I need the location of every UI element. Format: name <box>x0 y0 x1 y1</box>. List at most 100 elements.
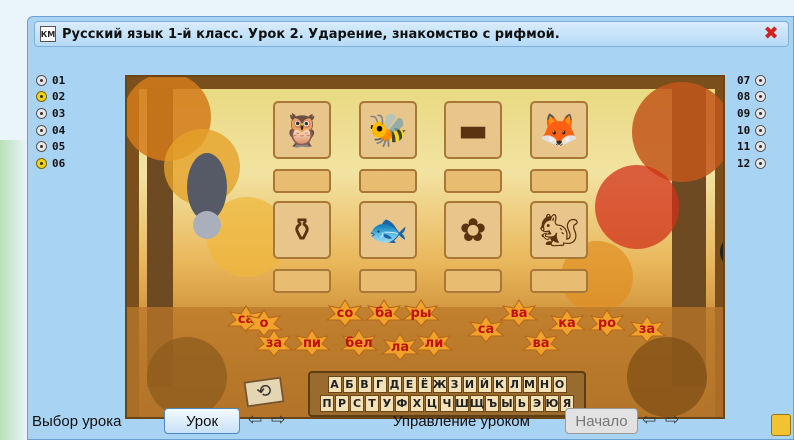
eye-icon <box>36 157 47 169</box>
squirrel-icon[interactable]: 🐿 <box>530 201 588 259</box>
lesson-number: 02 <box>52 90 66 104</box>
lesson-item-04[interactable]: 04 <box>36 122 65 139</box>
lesson-item-05[interactable]: 05 <box>36 138 65 155</box>
lesson-item-07[interactable]: 07 <box>737 72 767 89</box>
next-step-arrow-icon[interactable]: ⇨ <box>665 412 679 429</box>
eye-icon <box>755 74 767 86</box>
bottom-toolbar: Выбор урока Урок ⇦ ⇨ Управление уроком Н… <box>28 403 794 439</box>
letter-key[interactable]: Г <box>372 376 387 393</box>
syllable-leaf[interactable]: пи <box>293 329 331 357</box>
syllable-leaf[interactable]: ба <box>365 299 403 327</box>
syllable-leaf[interactable]: ка <box>548 309 586 337</box>
lesson-item-11[interactable]: 11 <box>737 138 767 155</box>
answer-slot[interactable] <box>530 169 588 193</box>
next-lesson-arrow-icon[interactable]: ⇨ <box>271 412 285 429</box>
answer-slot[interactable] <box>273 169 331 193</box>
letter-key[interactable]: З <box>447 376 462 393</box>
letter-key[interactable]: Ж <box>432 376 447 393</box>
letter-key[interactable]: И <box>462 376 477 393</box>
owl-icon[interactable]: 🦉 <box>273 101 331 159</box>
close-icon[interactable]: ✖ <box>762 25 780 43</box>
fish-icon[interactable]: 🐟 <box>359 201 417 259</box>
lock-icon[interactable] <box>771 414 791 436</box>
lesson-item-10[interactable]: 10 <box>737 122 767 139</box>
lesson-item-08[interactable]: 08 <box>737 89 767 106</box>
syllable-text: пи <box>302 335 322 351</box>
eye-icon <box>755 107 767 119</box>
prev-step-arrow-icon[interactable]: ⇦ <box>642 412 656 429</box>
letter-key[interactable]: Н <box>537 376 552 393</box>
letter-key[interactable]: О <box>552 376 567 393</box>
lesson-button[interactable]: Урок <box>164 408 240 434</box>
lesson-number: 05 <box>52 140 66 154</box>
app-window: КМ Русский язык 1-й класс. Урок 2. Ударе… <box>27 16 794 440</box>
syllable-text: ли <box>424 335 444 351</box>
eye-icon <box>755 124 767 136</box>
syllable-leaf[interactable]: ро <box>588 309 626 337</box>
letter-key[interactable]: М <box>522 376 537 393</box>
eye-icon <box>36 141 47 153</box>
syllable-text: ро <box>597 315 617 331</box>
lesson-number: 09 <box>737 106 751 120</box>
answer-slot[interactable] <box>530 269 588 293</box>
syllable-text: ка <box>558 315 576 331</box>
lesson-item-03[interactable]: 03 <box>36 105 65 122</box>
eye-icon <box>755 157 767 169</box>
lesson-item-09[interactable]: 09 <box>737 105 767 122</box>
answer-slot[interactable] <box>444 169 502 193</box>
saw-icon[interactable]: ▬ <box>444 101 502 159</box>
syllable-text: ла <box>390 339 410 355</box>
eye-icon <box>755 141 767 153</box>
syllable-leaf[interactable]: за <box>628 315 666 343</box>
lesson-number: 03 <box>52 106 66 120</box>
syllable-leaf[interactable]: со <box>326 299 364 327</box>
lesson-item-12[interactable]: 12 <box>737 155 767 172</box>
syllable-leaf[interactable]: ры <box>402 299 440 327</box>
prev-lesson-arrow-icon[interactable]: ⇦ <box>248 412 262 429</box>
syllable-leaf[interactable]: ли <box>415 329 453 357</box>
letter-key[interactable]: Е <box>402 376 417 393</box>
lesson-number: 07 <box>737 73 751 87</box>
eye-icon <box>36 74 47 86</box>
syllable-leaf[interactable]: за <box>255 329 293 357</box>
fox-icon[interactable]: 🦊 <box>530 101 588 159</box>
title-bar: КМ Русский язык 1-й класс. Урок 2. Ударе… <box>34 21 789 47</box>
lesson-number: 12 <box>737 156 751 170</box>
syllable-text: ры <box>410 305 432 321</box>
lesson-number: 01 <box>52 73 66 87</box>
syllable-text: за <box>638 321 656 337</box>
eye-icon <box>36 124 47 136</box>
lesson-item-06[interactable]: 06 <box>36 155 65 172</box>
autumn-forest-background <box>127 77 723 417</box>
letter-key[interactable]: В <box>357 376 372 393</box>
answer-slot[interactable] <box>359 169 417 193</box>
letter-key[interactable]: Л <box>507 376 522 393</box>
syllable-leaf[interactable]: ла <box>381 333 419 361</box>
letter-key[interactable]: К <box>492 376 507 393</box>
bee-icon[interactable]: 🐝 <box>359 101 417 159</box>
letter-key[interactable]: Д <box>387 376 402 393</box>
syllable-leaf[interactable]: ва <box>500 299 538 327</box>
start-button[interactable]: Начало <box>565 408 638 434</box>
letter-key[interactable]: А <box>327 376 342 393</box>
lesson-item-01[interactable]: 01 <box>36 72 65 89</box>
syllable-text: за <box>265 335 283 351</box>
letter-key[interactable]: Й <box>477 376 492 393</box>
answer-slot[interactable] <box>444 269 502 293</box>
eye-icon <box>36 107 47 119</box>
syllable-text: ва <box>510 305 528 321</box>
lesson-number: 06 <box>52 156 66 170</box>
left-background-glow <box>0 140 27 440</box>
letter-key[interactable]: Ё <box>417 376 432 393</box>
syllable-text: ва <box>532 335 550 351</box>
lesson-item-02[interactable]: 02 <box>36 89 65 106</box>
rose-icon[interactable]: ✿ <box>444 201 502 259</box>
letter-key[interactable]: Б <box>342 376 357 393</box>
answer-slot[interactable] <box>273 269 331 293</box>
answer-slot[interactable] <box>359 269 417 293</box>
window-title: Русский язык 1-й класс. Урок 2. Ударение… <box>62 26 560 42</box>
lesson-number: 08 <box>737 90 751 104</box>
vase-icon[interactable]: ⚱ <box>273 201 331 259</box>
lesson-list-right: 07 08 09 10 11 12 <box>737 72 767 172</box>
syllable-leaf[interactable]: бел <box>340 329 378 357</box>
